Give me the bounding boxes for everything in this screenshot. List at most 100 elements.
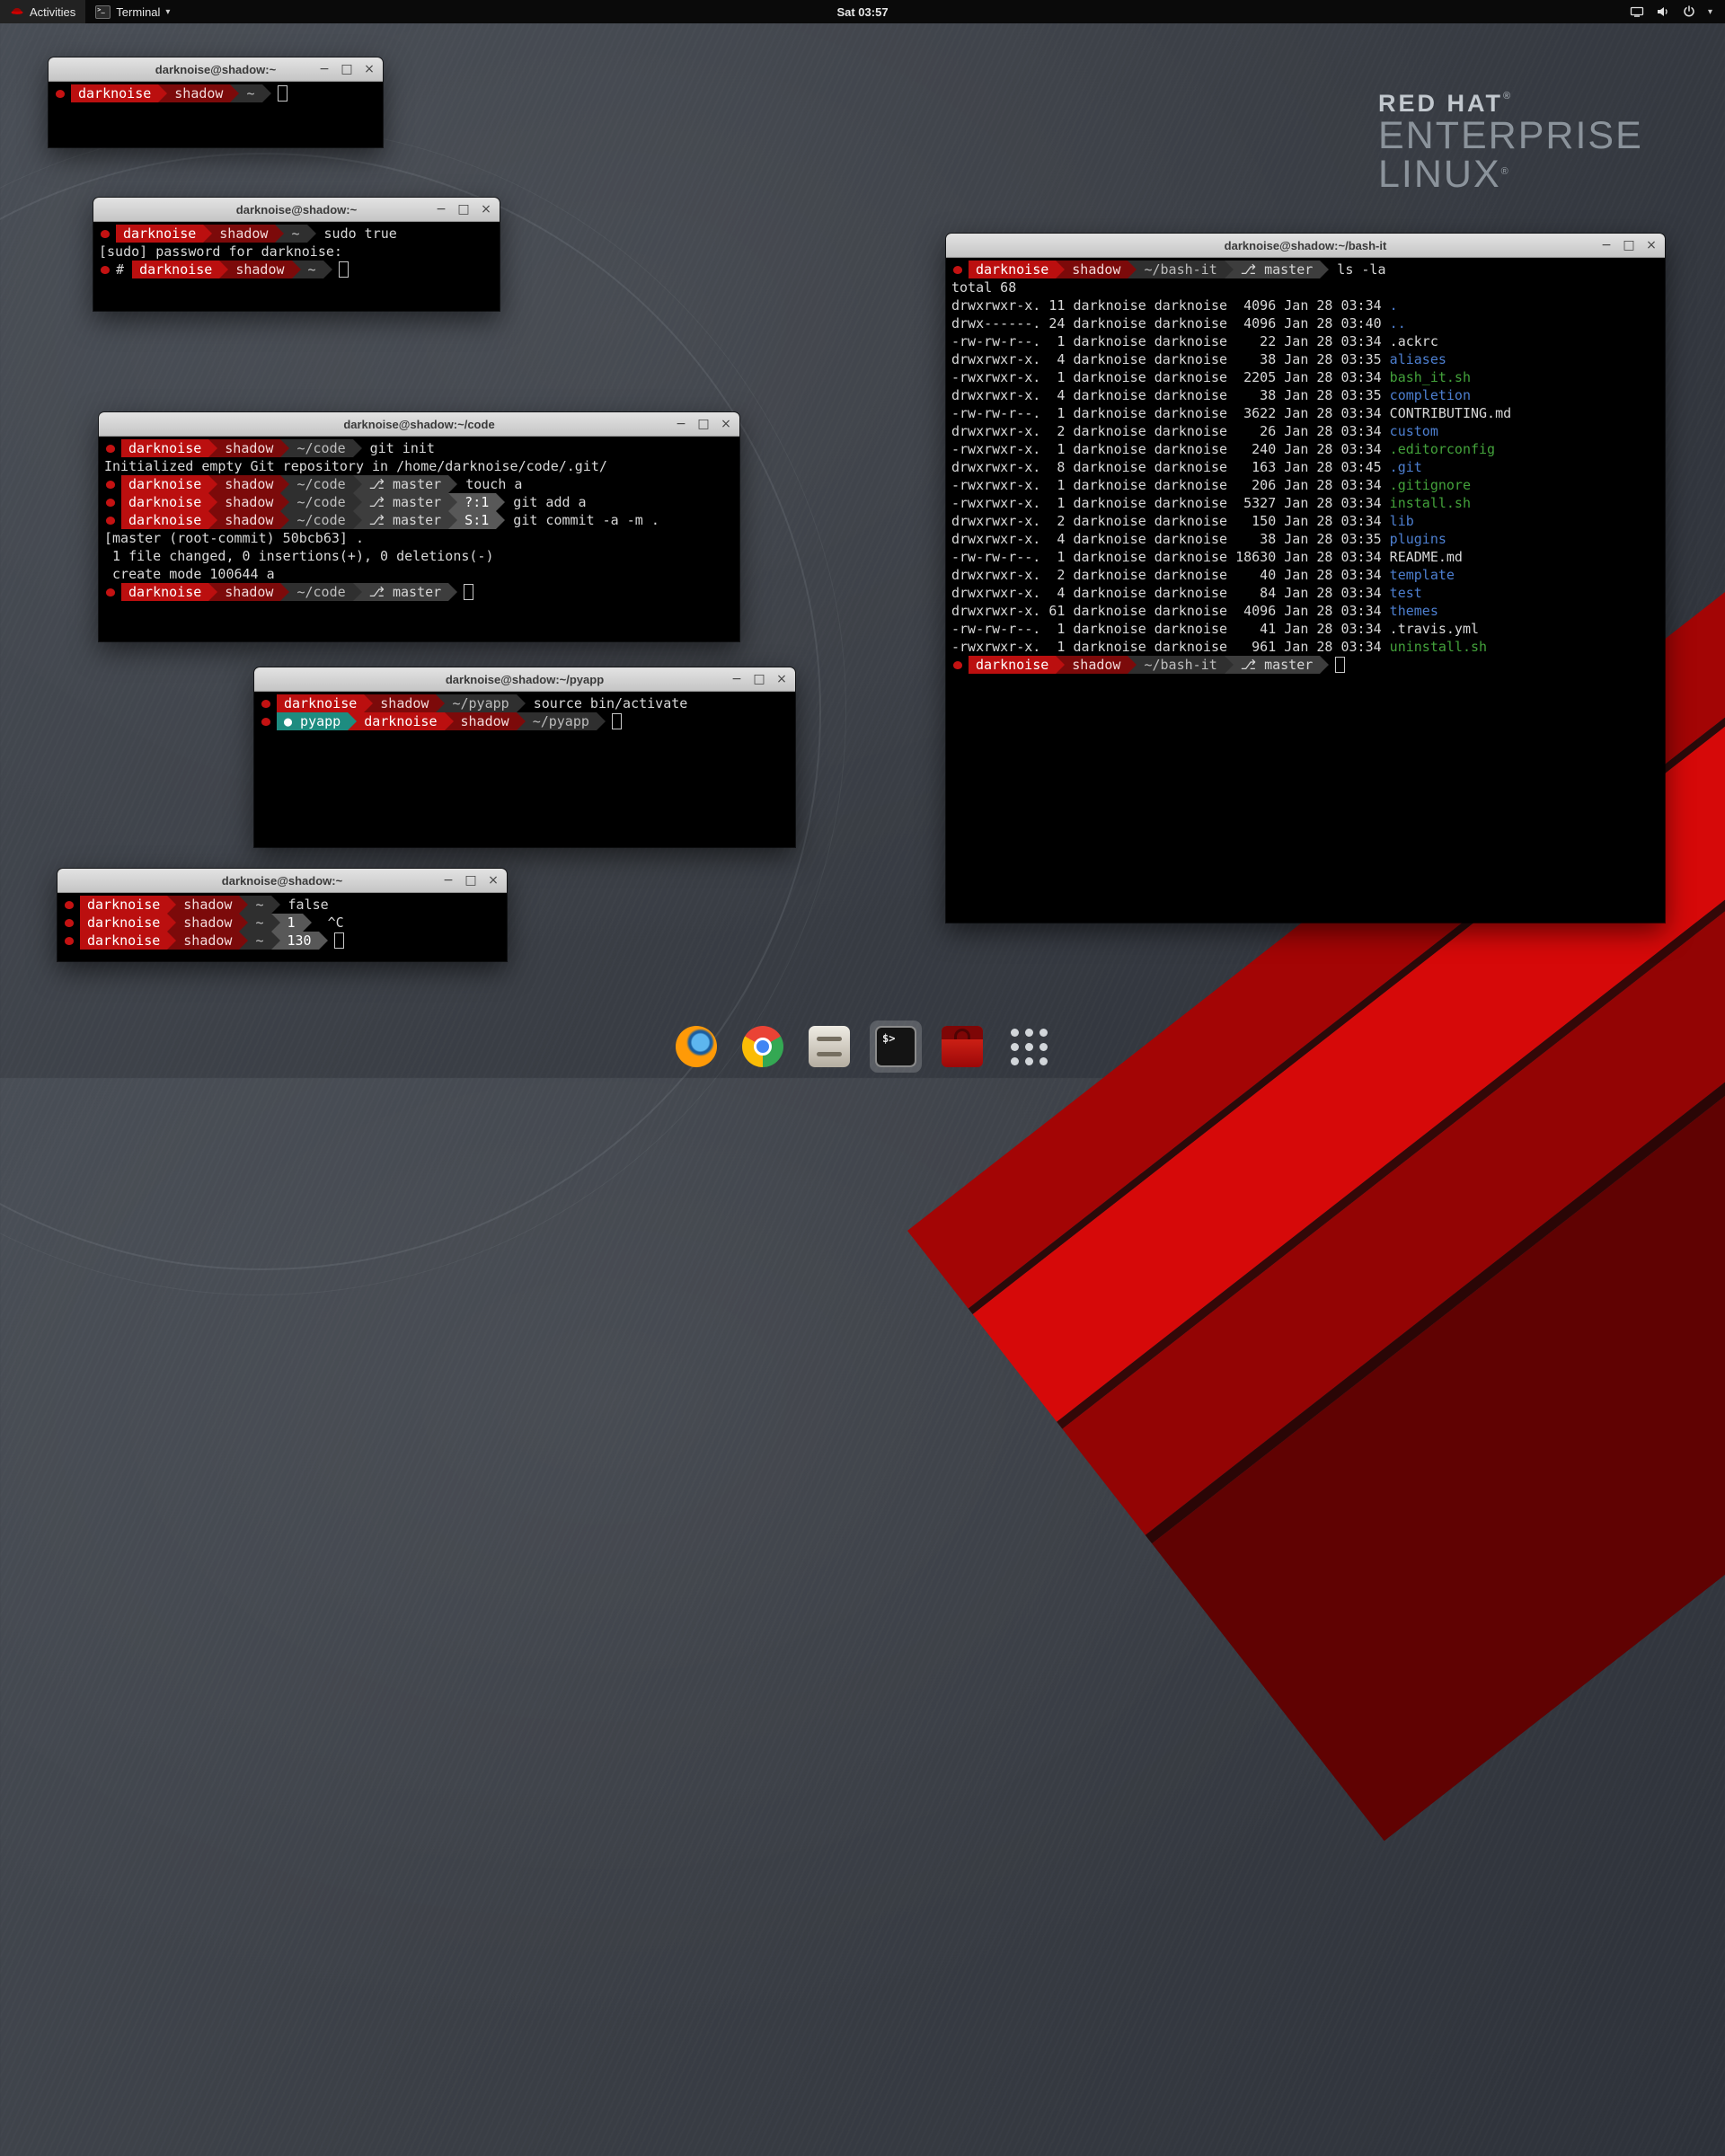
powerline-arrow: [353, 475, 362, 493]
close-button[interactable]: ×: [720, 418, 732, 430]
window-titlebar[interactable]: darknoise@shadow:~−□×: [58, 869, 507, 893]
maximize-button[interactable]: □: [753, 673, 765, 685]
prompt-segment-path: ~/pyapp: [526, 712, 597, 730]
powerline-arrow: [239, 896, 248, 914]
powerline-arrow: [448, 511, 457, 529]
activities-button[interactable]: Activities: [0, 0, 85, 23]
close-button[interactable]: ×: [487, 874, 500, 887]
terminal-window[interactable]: darknoise@shadow:~−□×darknoiseshadow~: [49, 57, 383, 147]
window-titlebar[interactable]: darknoise@shadow:~−□×: [93, 198, 500, 222]
prompt-segment-git: ⎇ master: [362, 475, 449, 493]
terminal-window[interactable]: darknoise@shadow:~/pyapp−□×darknoiseshad…: [254, 667, 795, 847]
ls-row-meta: -rwxrwxr-x. 1 darknoise darknoise 2205 J…: [951, 369, 1390, 385]
prompt-segment-host: shadow: [217, 439, 280, 457]
app-menu-terminal[interactable]: Terminal ▾: [85, 0, 180, 23]
toolbox-icon[interactable]: [936, 1021, 988, 1073]
terminal-line: darknoiseshadow~/pyapp source bin/activa…: [260, 694, 793, 712]
ls-row-meta: drwxrwxr-x. 4 darknoise darknoise 38 Jan…: [951, 351, 1390, 367]
display-icon: [1630, 4, 1644, 19]
redhat-prompt-icon: [106, 481, 115, 489]
close-button[interactable]: ×: [480, 203, 492, 216]
powerline-arrow: [208, 439, 217, 457]
ls-row-name: CONTRIBUTING.md: [1390, 405, 1511, 421]
window-titlebar[interactable]: darknoise@shadow:~/pyapp−□×: [254, 667, 795, 692]
maximize-button[interactable]: □: [1623, 239, 1635, 252]
terminal-icon-art: [875, 1026, 916, 1067]
terminal-content[interactable]: darknoiseshadow~ sudo true[sudo] passwor…: [93, 222, 500, 311]
ls-row-meta: -rw-rw-r--. 1 darknoise darknoise 22 Jan…: [951, 333, 1390, 349]
files-icon[interactable]: [803, 1021, 855, 1073]
chrome-icon[interactable]: [737, 1021, 789, 1073]
terminal-content[interactable]: darknoiseshadow~: [49, 82, 383, 147]
close-button[interactable]: ×: [1645, 239, 1658, 252]
terminal-icon[interactable]: [870, 1021, 922, 1073]
terminal-text: [master (root-commit) 50bcb63] .: [104, 530, 364, 546]
powerline-arrow: [353, 511, 362, 529]
window-titlebar[interactable]: darknoise@shadow:~/bash-it−□×: [946, 234, 1665, 258]
prompt-segment-host: shadow: [217, 493, 280, 511]
ls-row-name: bash_it.sh: [1390, 369, 1471, 385]
registered-mark: ®: [1503, 91, 1513, 102]
system-status-area[interactable]: ▾: [1617, 0, 1725, 23]
ls-row-meta: drwxrwxr-x. 2 darknoise darknoise 150 Ja…: [951, 513, 1390, 529]
close-button[interactable]: ×: [775, 673, 788, 685]
prompt-segment-host: shadow: [167, 84, 230, 102]
terminal-line: total 68: [951, 278, 1663, 296]
maximize-button[interactable]: □: [464, 874, 477, 887]
terminal-window[interactable]: darknoise@shadow:~−□×darknoiseshadow~ fa…: [58, 869, 507, 961]
powerline-arrow: [323, 261, 332, 278]
redhat-prompt-icon: [106, 445, 115, 453]
clock[interactable]: Sat 03:57: [836, 5, 888, 19]
prompt-segment-user: darknoise: [80, 932, 167, 950]
prompt-segment-host: shadow: [176, 932, 239, 950]
powerline-arrow: [1320, 656, 1329, 674]
ls-row-name: ..: [1390, 315, 1406, 331]
terminal-content[interactable]: darknoiseshadow~/code git initInitialize…: [99, 437, 739, 641]
ls-row-meta: drwxrwxr-x. 4 darknoise darknoise 38 Jan…: [951, 531, 1390, 547]
prompt-segment-user: darknoise: [121, 439, 208, 457]
prompt-segment-path: ~/bash-it: [1137, 261, 1224, 278]
terminal-content[interactable]: darknoiseshadow~/pyapp source bin/activa…: [254, 692, 795, 847]
terminal-window[interactable]: darknoise@shadow:~/bash-it−□×darknoisesh…: [946, 234, 1665, 923]
minimize-button[interactable]: −: [1600, 239, 1613, 252]
prompt-segment-user: darknoise: [116, 225, 203, 243]
terminal-line: darknoiseshadow~ false: [63, 896, 505, 914]
powerline-arrow: [1225, 261, 1234, 278]
maximize-button[interactable]: □: [457, 203, 470, 216]
minimize-button[interactable]: −: [730, 673, 743, 685]
prompt-segment-path: ~: [248, 932, 270, 950]
terminal-content[interactable]: darknoiseshadow~/bash-it⎇ master ls -lat…: [946, 258, 1665, 923]
app-grid-icon[interactable]: [1003, 1021, 1055, 1073]
window-titlebar[interactable]: darknoise@shadow:~−□×: [49, 57, 383, 82]
maximize-button[interactable]: □: [341, 63, 353, 75]
terminal-line: darknoiseshadow~/code⎇ masterS:1 git com…: [104, 511, 738, 529]
terminal-window[interactable]: darknoise@shadow:~/code−□×darknoiseshado…: [99, 412, 739, 641]
ls-row-name: .travis.yml: [1390, 621, 1479, 637]
powerline-arrow: [280, 511, 289, 529]
firefox-icon[interactable]: [670, 1021, 722, 1073]
powerline-arrow: [353, 583, 362, 601]
minimize-button[interactable]: −: [435, 203, 447, 216]
grid-dot: [1025, 1043, 1033, 1051]
grid-dot: [1025, 1029, 1033, 1037]
prompt-segment-host: shadow: [1065, 656, 1128, 674]
terminal-line: -rw-rw-r--. 1 darknoise darknoise 41 Jan…: [951, 620, 1663, 638]
terminal-line: drwxrwxr-x. 2 darknoise darknoise 26 Jan…: [951, 422, 1663, 440]
ls-row-meta: -rw-rw-r--. 1 darknoise darknoise 18630 …: [951, 549, 1390, 565]
maximize-button[interactable]: □: [697, 418, 710, 430]
terminal-text: [sudo] password for darknoise:: [99, 243, 350, 260]
terminal-line: drwxrwxr-x. 4 darknoise darknoise 38 Jan…: [951, 530, 1663, 548]
minimize-button[interactable]: −: [442, 874, 455, 887]
window-titlebar[interactable]: darknoise@shadow:~/code−□×: [99, 412, 739, 437]
terminal-cursor: [612, 713, 622, 729]
minimize-button[interactable]: −: [318, 63, 331, 75]
powerline-arrow: [445, 712, 454, 730]
app-grid-icon-art: [1008, 1026, 1049, 1067]
terminal-content[interactable]: darknoiseshadow~ falsedarknoiseshadow~1 …: [58, 893, 507, 961]
terminal-line: [master (root-commit) 50bcb63] .: [104, 529, 738, 547]
terminal-cursor: [339, 261, 349, 278]
prompt-segment-git: ⎇ master: [362, 511, 449, 529]
minimize-button[interactable]: −: [675, 418, 687, 430]
terminal-window[interactable]: darknoise@shadow:~−□×darknoiseshadow~ su…: [93, 198, 500, 311]
close-button[interactable]: ×: [363, 63, 376, 75]
